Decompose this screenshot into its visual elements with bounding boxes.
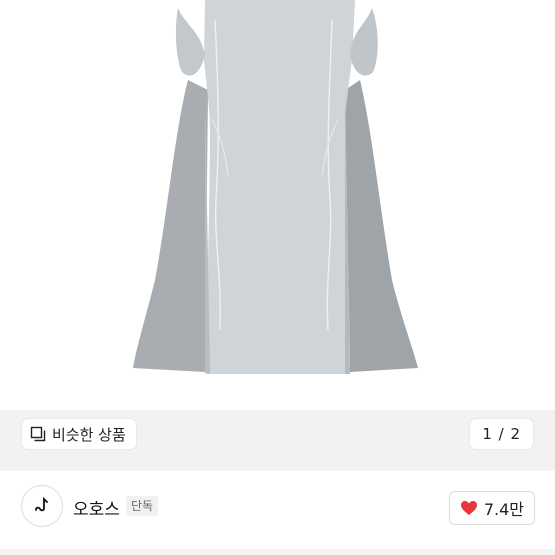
product-image-dress (133, 0, 418, 374)
pager-text: 1 / 2 (482, 425, 521, 443)
brand-logo-icon[interactable] (21, 485, 63, 527)
seller-name[interactable]: 오호스 (73, 495, 120, 520)
like-button[interactable]: 7.4만 (448, 491, 535, 525)
brand-logo-mark (35, 496, 48, 512)
similar-products-button[interactable]: 비슷한 상품 (22, 419, 136, 449)
heart-icon (460, 501, 477, 515)
similar-products-label: 비슷한 상품 (52, 425, 126, 444)
like-count: 7.4만 (483, 500, 524, 519)
product-image-carousel[interactable] (0, 0, 555, 471)
exclusive-badge: 단독 (126, 496, 159, 516)
section-divider (0, 549, 555, 555)
seller-bar: 오호스 단독 7.4만 (0, 471, 555, 555)
image-pager: 1 / 2 (470, 419, 533, 449)
copy-icon (30, 426, 46, 442)
